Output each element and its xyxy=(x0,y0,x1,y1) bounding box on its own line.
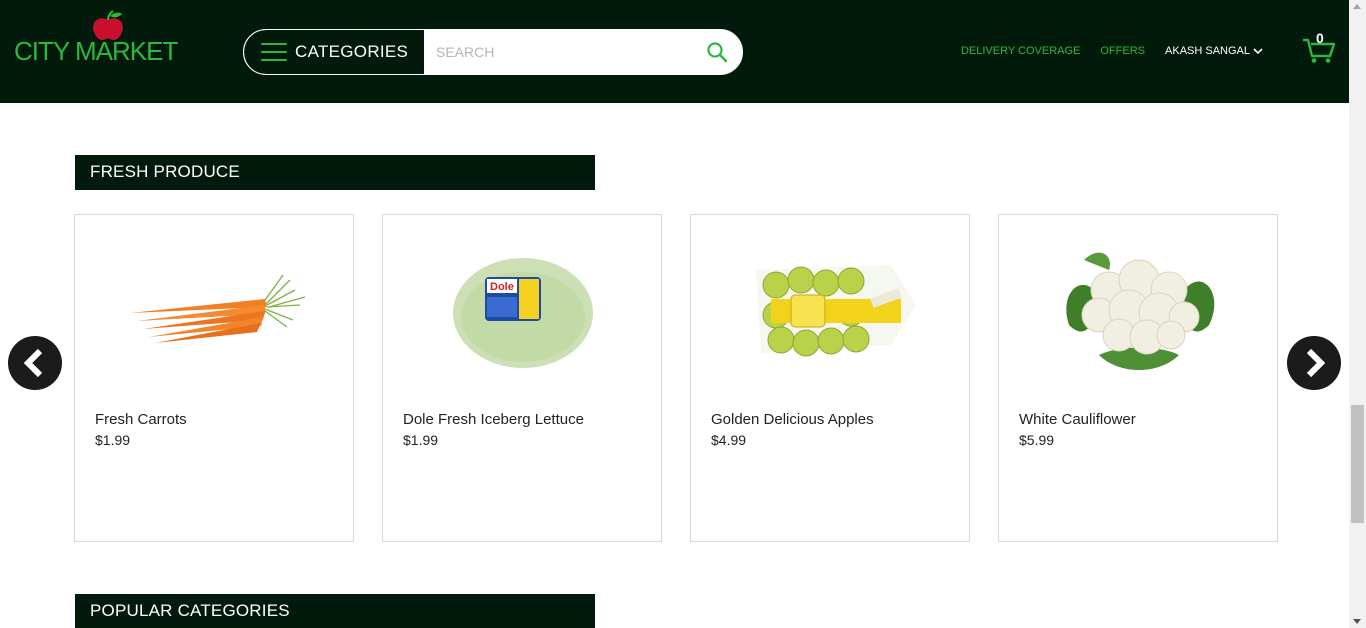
carrots-image xyxy=(130,274,306,343)
chevron-down-icon xyxy=(1253,48,1263,55)
svg-text:Dole: Dole xyxy=(490,281,514,293)
site-header: CITY MARKET CATEGORIES DELIVERY COVERAGE… xyxy=(0,0,1349,103)
product-price: $1.99 xyxy=(95,432,131,448)
logo-text: CITY MARKET xyxy=(14,36,178,66)
carousel-next-button[interactable] xyxy=(1287,336,1341,390)
cart-count-badge: 0 xyxy=(1316,30,1324,46)
delivery-coverage-link[interactable]: DELIVERY COVERAGE xyxy=(961,45,1080,57)
search-input[interactable] xyxy=(427,30,697,74)
product-card[interactable]: White Cauliflower $5.99 xyxy=(998,214,1278,542)
popular-categories-heading: POPULAR CATEGORIES xyxy=(75,594,595,628)
page-scrollbar[interactable] xyxy=(1349,0,1366,628)
product-card[interactable]: Dole Dole Fresh Iceberg Lettuce $1.99 xyxy=(382,214,662,542)
header-nav: DELIVERY COVERAGE OFFERS AKASH SANGAL xyxy=(961,45,1263,57)
product-name: Dole Fresh Iceberg Lettuce xyxy=(403,411,584,428)
carousel-prev-button[interactable] xyxy=(8,336,62,390)
product-card[interactable]: Golden Delicious Apples $4.99 xyxy=(690,214,970,542)
chevron-right-icon xyxy=(1306,348,1326,378)
product-price: $4.99 xyxy=(711,432,747,448)
categories-label: CATEGORIES xyxy=(295,42,409,61)
product-name: Golden Delicious Apples xyxy=(711,411,874,428)
product-name: Fresh Carrots xyxy=(95,411,187,428)
user-name: AKASH SANGAL xyxy=(1165,45,1250,57)
apples-bag-image xyxy=(756,265,916,357)
chevron-left-icon xyxy=(23,348,43,378)
product-card[interactable]: Fresh Carrots $1.99 xyxy=(74,214,354,542)
iceberg-lettuce-image: Dole xyxy=(453,258,593,368)
scroll-down-icon[interactable] xyxy=(1353,619,1361,624)
scrollbar-thumb[interactable] xyxy=(1351,405,1364,523)
product-name: White Cauliflower xyxy=(1019,411,1136,428)
categories-button[interactable]: CATEGORIES xyxy=(244,30,424,74)
hamburger-menu-icon xyxy=(261,43,287,61)
product-price: $5.99 xyxy=(1019,432,1055,448)
search-icon[interactable] xyxy=(706,41,728,63)
user-menu[interactable]: AKASH SANGAL xyxy=(1165,45,1263,57)
cauliflower-image xyxy=(1066,252,1215,370)
offers-link[interactable]: OFFERS xyxy=(1100,45,1145,57)
scroll-up-icon[interactable] xyxy=(1353,4,1361,9)
city-market-logo[interactable]: CITY MARKET xyxy=(14,10,178,66)
product-price: $1.99 xyxy=(403,432,439,448)
fresh-produce-heading: FRESH PRODUCE xyxy=(75,155,595,190)
search-bar: CATEGORIES xyxy=(243,29,743,75)
